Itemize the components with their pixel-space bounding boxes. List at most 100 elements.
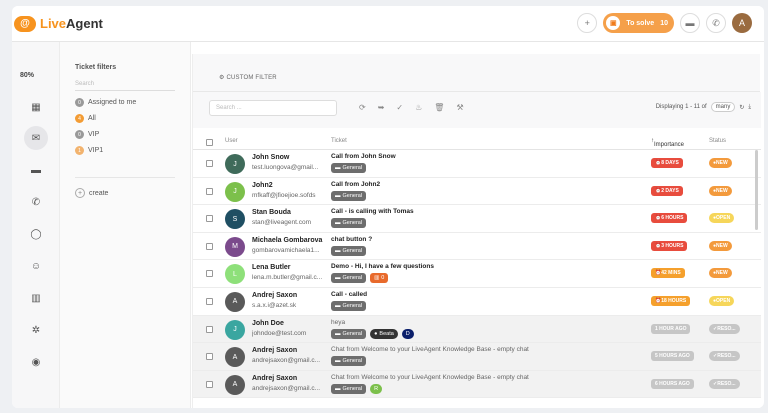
settings-icon[interactable]: ✲ [24,318,48,342]
scrollbar[interactable] [755,150,758,230]
table-row[interactable]: M Michaela Gombarova gombarovamichaela1.… [193,233,761,261]
create-filter-button[interactable]: + create [75,177,175,198]
contacts-icon[interactable]: ☺ [24,254,48,278]
to-solve-button[interactable]: ▣ To solve 10 [603,13,674,33]
table-row[interactable]: A Andrej Saxon andrejsaxon@gmail.c... Ch… [193,370,761,399]
row-checkbox[interactable] [206,297,213,305]
pin-icon[interactable]: ⤓ [748,104,751,111]
ticket-subject: Demo - Hi, I have a few questions [331,263,434,271]
attachment-tag: ▥ 0 [370,273,389,284]
user-name: John2 [252,181,273,189]
avatar: S [225,209,245,230]
status-badge-text: RESO... [717,353,736,360]
row-checkbox[interactable] [206,270,213,278]
displaying-text: Displaying 1 - 11 of [655,104,707,110]
logo[interactable]: @ LiveAgent [14,15,103,32]
add-icon[interactable]: + [577,13,598,33]
chats-icon[interactable]: ▬ [24,158,48,182]
chat-icon[interactable]: ▬ [680,13,700,33]
department-tag: ▬ General [331,300,367,311]
avatar: A [225,347,245,368]
row-checkbox[interactable] [206,380,213,388]
row-checkbox[interactable] [206,215,213,223]
avatar: J [225,319,245,340]
tickets-icon[interactable]: ✉ [24,126,48,150]
importance-badge: 1 HOUR AGO [651,323,691,334]
logo-text-agent: Agent [66,16,103,31]
table-row[interactable]: J John2 mfkaff@jfioejioe.sofds Call from… [193,178,761,206]
col-status[interactable]: Status [709,138,726,144]
filter-all[interactable]: 4 All [75,114,190,123]
row-checkbox[interactable] [206,242,213,250]
filter-vip1[interactable]: 1 VIP1 [75,146,190,155]
top-bar: @ LiveAgent + ▣ To solve 10 ▬ ✆ A [12,6,764,42]
user-name: Lena Butler [252,264,291,272]
filter-assigned-to-me[interactable]: 0 Assigned to me [75,98,190,107]
status-badge: ● NEW [709,240,732,251]
col-user[interactable]: User [225,138,238,144]
user-avatar[interactable]: A [732,13,752,33]
importance-badge-text: 8 DAYS [661,160,679,166]
importance-badge: ⏰ 18 HOURS [651,295,691,306]
table-row[interactable]: L Lena Butler lena.m.butler@gmail.c... D… [193,260,761,288]
avatar: J [225,154,245,174]
ticket-tags: ▬ General ● Beata D [331,328,414,339]
importance-badge-text: 18 HOURS [661,297,687,304]
create-label: create [89,189,109,197]
filter-vip[interactable]: 0 VIP [75,130,190,139]
bulk-action-icons: ⟳ ➥ ✓ ♨ 🗑 ⚒ [359,103,464,112]
status-badge-text: NEW [716,270,728,277]
user-email: andrejsaxon@gmail.c... [252,384,321,392]
table-row[interactable]: A Andrej Saxon andrejsaxon@gmail.c... Ch… [193,343,761,371]
user-name: Stan Bouda [252,209,291,217]
custom-filter-button[interactable]: ⚙ CUSTOM FILTER [219,74,277,81]
left-navigation: 80% ▦ ✉ ▬ ✆ ◯ ☺ ▥ ✲ ◉ [12,42,60,408]
filter-count-badge: 4 [75,114,84,123]
ticket-subject: Call from John2 [331,180,381,188]
department-tag: ▬ General [331,218,367,229]
ticket-tags: ▬ General [331,300,367,311]
col-ticket[interactable]: Ticket [331,138,347,144]
plugins-icon[interactable]: ◉ [24,350,48,374]
ticket-subject: heya [331,318,346,326]
page-size-select[interactable]: many [710,102,736,112]
row-checkbox[interactable] [206,160,213,167]
table-header: User Ticket ↑ Importance Status [193,134,761,150]
filter-label: VIP1 [88,147,104,154]
importance-badge: 5 HOURS AGO [651,351,694,362]
status-badge: ● NEW [709,185,732,196]
refresh-icon[interactable]: ⟳ [359,103,366,112]
table-row[interactable]: S Stan Bouda stan@liveagent.com Call - i… [193,205,761,233]
resolve-icon[interactable]: ✓ [396,103,403,112]
row-checkbox[interactable] [206,325,213,333]
department-tag: ▬ General [331,273,367,284]
zoom-level[interactable]: 80% [20,72,34,79]
tickets-search-input[interactable]: Search ... [209,100,337,116]
calls-icon[interactable]: ✆ [24,190,48,214]
spam-icon[interactable]: ♨ [415,103,422,112]
phone-icon[interactable]: ✆ [706,13,726,33]
dashboard-icon[interactable]: ▦ [24,95,48,119]
status-badge: ● NEW [709,268,732,279]
user-name: Andrej Saxon [252,347,298,355]
top-right-controls: + ▣ To solve 10 ▬ ✆ A [577,13,752,33]
custom-filter-label: CUSTOM FILTER [226,75,277,81]
knowledgebase-icon[interactable]: ◯ [24,222,48,246]
select-all-checkbox[interactable] [206,139,213,146]
importance-badge: ⏰ 6 HOURS [651,213,688,224]
tools-icon[interactable]: ⚒ [456,103,463,112]
table-row[interactable]: J John Doe johndoe@test.com heya ▬ Gener… [193,315,761,344]
table-row[interactable]: J John Snow test.luongova@gmail... Call … [193,150,761,178]
row-checkbox[interactable] [206,353,213,361]
table-row[interactable]: A Andrej Saxon s.a.x.i@azet.sk Call - ca… [193,288,761,316]
filters-search-input[interactable]: Search [75,81,175,91]
forward-icon[interactable]: ➥ [378,103,385,112]
department-tag-label: General [342,247,363,254]
reports-icon[interactable]: ▥ [24,286,48,310]
importance-badge: ⏰ 2 DAYS [651,185,683,196]
col-importance[interactable]: ↑ Importance [651,138,684,148]
row-checkbox[interactable] [206,187,213,195]
reload-icon[interactable]: ↻ [739,104,744,111]
delete-icon[interactable]: 🗑 [434,103,444,112]
tag-chip: R [370,383,383,394]
